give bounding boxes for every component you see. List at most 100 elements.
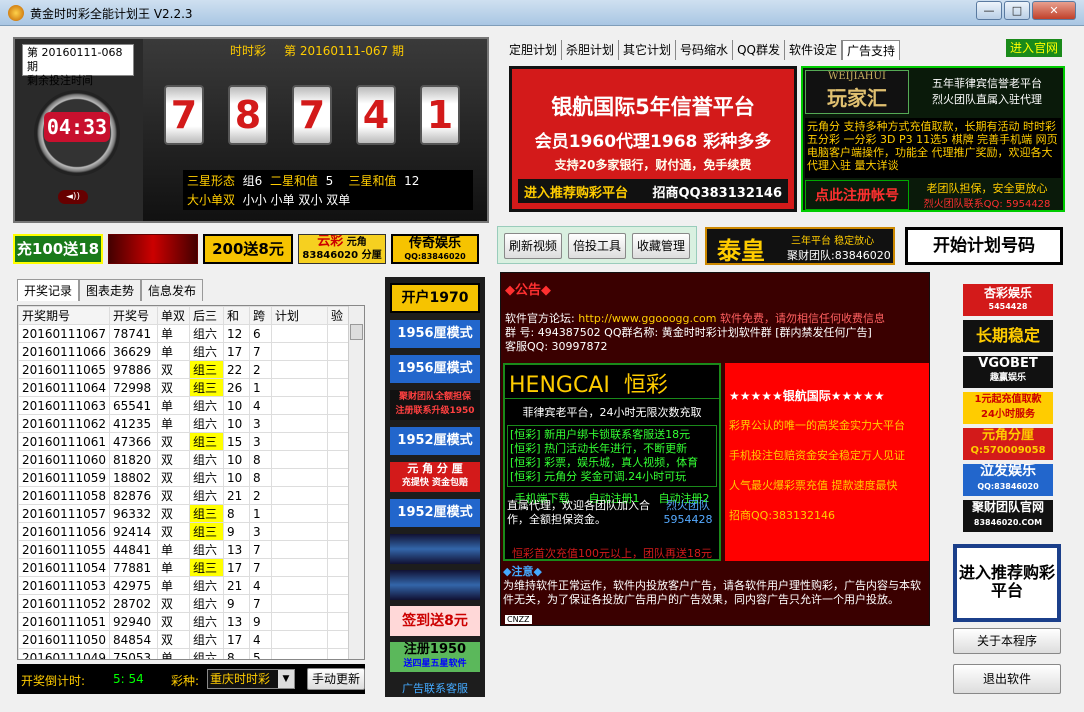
table-cell: 65541 bbox=[108, 396, 158, 415]
tab-info-publish[interactable]: 信息发布 bbox=[141, 279, 204, 301]
table-cell: 20160111062 bbox=[18, 414, 110, 433]
start-plan-button[interactable]: 开始计划号码 bbox=[905, 227, 1063, 265]
minimize-button[interactable]: — bbox=[976, 1, 1002, 20]
table-row[interactable]: 20160111053 42975 单组六 21 4 bbox=[18, 576, 352, 595]
favorites-button[interactable]: 收藏管理 bbox=[632, 233, 690, 259]
ad-banner-chuanqi[interactable]: 传奇娱乐 QQ:83846020 bbox=[391, 234, 479, 264]
table-cell: 6 bbox=[248, 324, 272, 343]
tab-qq-broadcast[interactable]: QQ群发 bbox=[733, 40, 785, 60]
speaker-icon[interactable]: ◄)) bbox=[58, 190, 88, 204]
tab-number-shrink[interactable]: 号码缩水 bbox=[676, 40, 734, 60]
table-row[interactable]: 20160111062 41235 单组六 10 3 bbox=[18, 414, 352, 433]
ad-1952-mode[interactable]: 1952厘模式 bbox=[390, 427, 480, 455]
table-row[interactable]: 20160111066 36629 单组六 17 7 bbox=[18, 342, 352, 361]
forum-link[interactable]: http://www.ggooogg.com bbox=[578, 312, 716, 325]
close-button[interactable]: ✕ bbox=[1032, 1, 1076, 20]
ad-yuanjiaofenli[interactable]: 元角分厘 Q:570009058 bbox=[963, 428, 1053, 460]
ad-yinhang[interactable]: 银航国际5年信誉平台 会员1960代理1968 彩种多多 支持20多家银行，财付… bbox=[509, 66, 797, 212]
tab-software-settings[interactable]: 软件设定 bbox=[785, 40, 842, 60]
ad-wanjiahui[interactable]: WEIJIAHUI 玩家汇 五年菲律宾信誉老平台 烈火团队直属入驻代理 元角分 … bbox=[801, 66, 1065, 212]
table-row[interactable]: 20160111059 18802 双组六 10 8 bbox=[18, 468, 352, 487]
table-row[interactable]: 20160111050 84854 双组六 17 4 bbox=[18, 630, 352, 649]
tab-dingdan-plan[interactable]: 定胆计划 bbox=[505, 40, 563, 60]
ad-taihuang[interactable]: 泰皇 三年平台 稳定放心 聚财团队:83846020 bbox=[705, 227, 895, 265]
column-header[interactable]: 开奖期号 bbox=[18, 306, 110, 325]
ad-banner-recharge[interactable]: 充100送18 bbox=[13, 234, 103, 264]
game-type-select[interactable]: 重庆时时彩 ▼ bbox=[207, 669, 295, 689]
refresh-video-button[interactable]: 刷新视频 bbox=[504, 233, 562, 259]
scrollbar-thumb[interactable] bbox=[350, 324, 363, 340]
column-header[interactable]: 跨 bbox=[248, 306, 272, 325]
tab-chart-trend[interactable]: 图表走势 bbox=[79, 279, 142, 301]
ad-long-stable[interactable]: 长期稳定 bbox=[963, 320, 1053, 352]
notice-board: ◆公告◆ 软件官方论坛: http://www.ggooogg.com 软件免费… bbox=[500, 272, 930, 626]
about-button[interactable]: 关于本程序 bbox=[953, 628, 1061, 654]
table-scrollbar[interactable] bbox=[348, 306, 364, 659]
cnzz-badge[interactable]: CNZZ bbox=[505, 615, 532, 624]
column-header[interactable]: 计划 bbox=[270, 306, 328, 325]
table-row[interactable]: 20160111058 82876 双组六 21 2 bbox=[18, 486, 352, 505]
tab-ad-support[interactable]: 广告支持 bbox=[841, 40, 900, 60]
liehuo-team-link[interactable]: 烈火团队 5954428 bbox=[659, 499, 717, 527]
stats-row-2: 大小单双 小小 小单 双小 双单 bbox=[187, 191, 469, 210]
table-row[interactable]: 20160111051 92940 双组六 13 9 bbox=[18, 612, 352, 631]
table-cell: 18802 bbox=[108, 468, 158, 487]
register-account-link[interactable]: 点此注册帐号 bbox=[805, 180, 909, 210]
ad-blank-2[interactable] bbox=[390, 570, 480, 600]
ad-signin[interactable]: 签到送8元 bbox=[390, 606, 480, 636]
ad-banner-flash[interactable] bbox=[108, 234, 198, 264]
table-row[interactable]: 20160111056 92414 双组三 9 3 bbox=[18, 522, 352, 541]
ad-1952-mode-2[interactable]: 1952厘模式 bbox=[390, 499, 480, 527]
ad-hengcai[interactable]: HENGCAI 恒彩 菲律宾老平台，24小时无限次数充取 [恒彩] 新用户绑卡锁… bbox=[503, 363, 721, 561]
ad-jucai-team[interactable]: 聚财团队全额担保 注册联系升级1950 bbox=[390, 390, 480, 420]
column-header[interactable]: 和 bbox=[222, 306, 250, 325]
manual-update-button[interactable]: 手动更新 bbox=[307, 668, 365, 690]
ad-banner-yuncai[interactable]: 云彩 元角 83846020 分厘 bbox=[298, 234, 386, 264]
ad-blank-1[interactable] bbox=[390, 534, 480, 564]
ad-1956-mode-2[interactable]: 1956厘模式 bbox=[390, 355, 480, 383]
table-row[interactable]: 20160111049 75053 单组六 8 5 bbox=[18, 648, 352, 659]
table-row[interactable]: 20160111063 65541 单组六 10 4 bbox=[18, 396, 352, 415]
table-row[interactable]: 20160111065 97886 双组三 22 2 bbox=[18, 360, 352, 379]
exit-button[interactable]: 退出软件 bbox=[953, 664, 1061, 694]
table-cell: 10 bbox=[222, 396, 250, 415]
tab-other-plan[interactable]: 其它计划 bbox=[619, 40, 677, 60]
recommend-platform-button[interactable]: 进入推荐购彩平台 bbox=[953, 544, 1061, 622]
tab-draw-records[interactable]: 开奖记录 bbox=[17, 279, 80, 301]
table-row[interactable]: 20160111054 77881 单组三 17 7 bbox=[18, 558, 352, 577]
tab-shadan-plan[interactable]: 杀胆计划 bbox=[562, 40, 620, 60]
table-cell: 13 bbox=[222, 540, 250, 559]
column-header[interactable]: 单双 bbox=[156, 306, 190, 325]
chevron-down-icon[interactable]: ▼ bbox=[278, 670, 294, 688]
ad-vgobet[interactable]: VGOBET 趣赢娱乐 bbox=[963, 356, 1053, 388]
hengcai-list: [恒彩] 新用户绑卡锁联系客服送18元 [恒彩] 热门活动长年进行，不断更新 [… bbox=[507, 425, 717, 487]
table-row[interactable]: 20160111057 96332 双组三 8 1 bbox=[18, 504, 352, 523]
table-row[interactable]: 20160111052 28702 双组六 9 7 bbox=[18, 594, 352, 613]
ad-1yuan[interactable]: 1元起充值取款 24小时服务 bbox=[963, 392, 1053, 424]
table-row[interactable]: 20160111055 44841 单组六 13 7 bbox=[18, 540, 352, 559]
ad-register-1950[interactable]: 注册1950 送四星五星软件 bbox=[390, 642, 480, 672]
table-row[interactable]: 20160111067 78741 单组六 12 6 bbox=[18, 324, 352, 343]
ad-open-account[interactable]: 开户1970 bbox=[390, 283, 480, 313]
column-header[interactable]: 开奖号 bbox=[108, 306, 158, 325]
table-row[interactable]: 20160111064 72998 双组三 26 1 bbox=[18, 378, 352, 397]
ad-contact-link[interactable]: 广告联系客服 bbox=[388, 680, 482, 696]
table-row[interactable]: 20160111060 81820 双组六 10 8 bbox=[18, 450, 352, 469]
table-cell bbox=[270, 558, 328, 577]
ad-jucai-site[interactable]: 聚财团队官网 83846020.COM bbox=[963, 500, 1053, 532]
maximize-button[interactable]: □ bbox=[1004, 1, 1030, 20]
table-cell: 组三 bbox=[188, 558, 224, 577]
ad-banner-200[interactable]: 200送8元 bbox=[203, 234, 293, 264]
ad-yinhang-notice[interactable]: ★★★★★银航国际★★★★★ 彩界公认的唯一的高奖金实力大平台 手机投注包赔资金… bbox=[725, 363, 929, 561]
official-site-button[interactable]: 进入官网 bbox=[1006, 39, 1062, 57]
ad-xingcai[interactable]: 杏彩娱乐 5454428 bbox=[963, 284, 1053, 316]
ad-gufa[interactable]: 泣发娱乐 QQ:83846020 bbox=[963, 464, 1053, 496]
remaining-time-label: 剩余投注时间 bbox=[27, 74, 93, 87]
table-row[interactable]: 20160111061 47366 双组三 15 3 bbox=[18, 432, 352, 451]
column-header[interactable]: 后三 bbox=[188, 306, 224, 325]
table-cell: 20160111053 bbox=[18, 576, 110, 595]
table-cell bbox=[270, 450, 328, 469]
multiplier-tool-button[interactable]: 倍投工具 bbox=[568, 233, 626, 259]
ad-1956-mode[interactable]: 1956厘模式 bbox=[390, 320, 480, 348]
ad-yuanjiao[interactable]: 元 角 分 厘 充提快 资金包赔 bbox=[390, 462, 480, 492]
